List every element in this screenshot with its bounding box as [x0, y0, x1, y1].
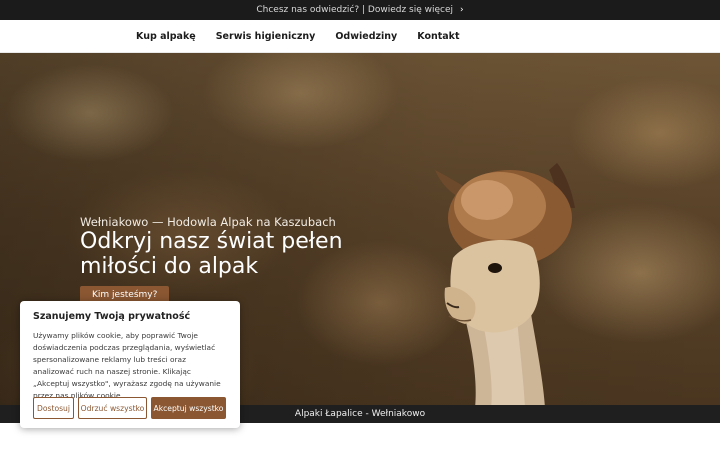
nav-item-kontakt[interactable]: Kontakt — [417, 31, 459, 42]
hero-subtitle: Wełniakowo — Hodowla Alpak na Kaszubach — [80, 215, 336, 229]
customize-cookies-button[interactable]: Dostosuj — [33, 397, 74, 419]
chevron-right-icon[interactable]: › — [460, 5, 464, 15]
cookie-description: Używamy plików cookie, aby poprawić Twoj… — [33, 331, 221, 400]
nav-item-serwis-higieniczny[interactable]: Serwis higieniczny — [216, 31, 316, 42]
accept-all-cookies-button[interactable]: Akceptuj wszystko — [151, 397, 226, 419]
footer-text: Alpaki Łapalice - Wełniakowo — [294, 409, 426, 419]
cookie-title: Szanujemy Twoją prywatność — [33, 311, 191, 322]
announcement-bar[interactable]: Chcesz nas odwiedzić? | Dowiedz się więc… — [0, 0, 720, 20]
announcement-text[interactable]: Chcesz nas odwiedzić? | Dowiedz się więc… — [256, 5, 453, 15]
nav-item-kup-alpake[interactable]: Kup alpakę — [136, 31, 196, 42]
nav-item-odwiedziny[interactable]: Odwiedziny — [335, 31, 397, 42]
reject-all-cookies-button[interactable]: Odrzuć wszystko — [78, 397, 147, 419]
main-navigation: Kup alpakę Serwis higieniczny Odwiedziny… — [0, 20, 720, 53]
hero-title: Odkryj nasz świat pełen miłości do alpak — [80, 229, 343, 279]
alpaca-photo — [435, 163, 575, 405]
cookie-buttons: Dostosuj Odrzuć wszystko Akceptuj wszyst… — [33, 397, 226, 419]
cookie-consent-banner: Szanujemy Twoją prywatność Używamy plikó… — [20, 301, 240, 428]
